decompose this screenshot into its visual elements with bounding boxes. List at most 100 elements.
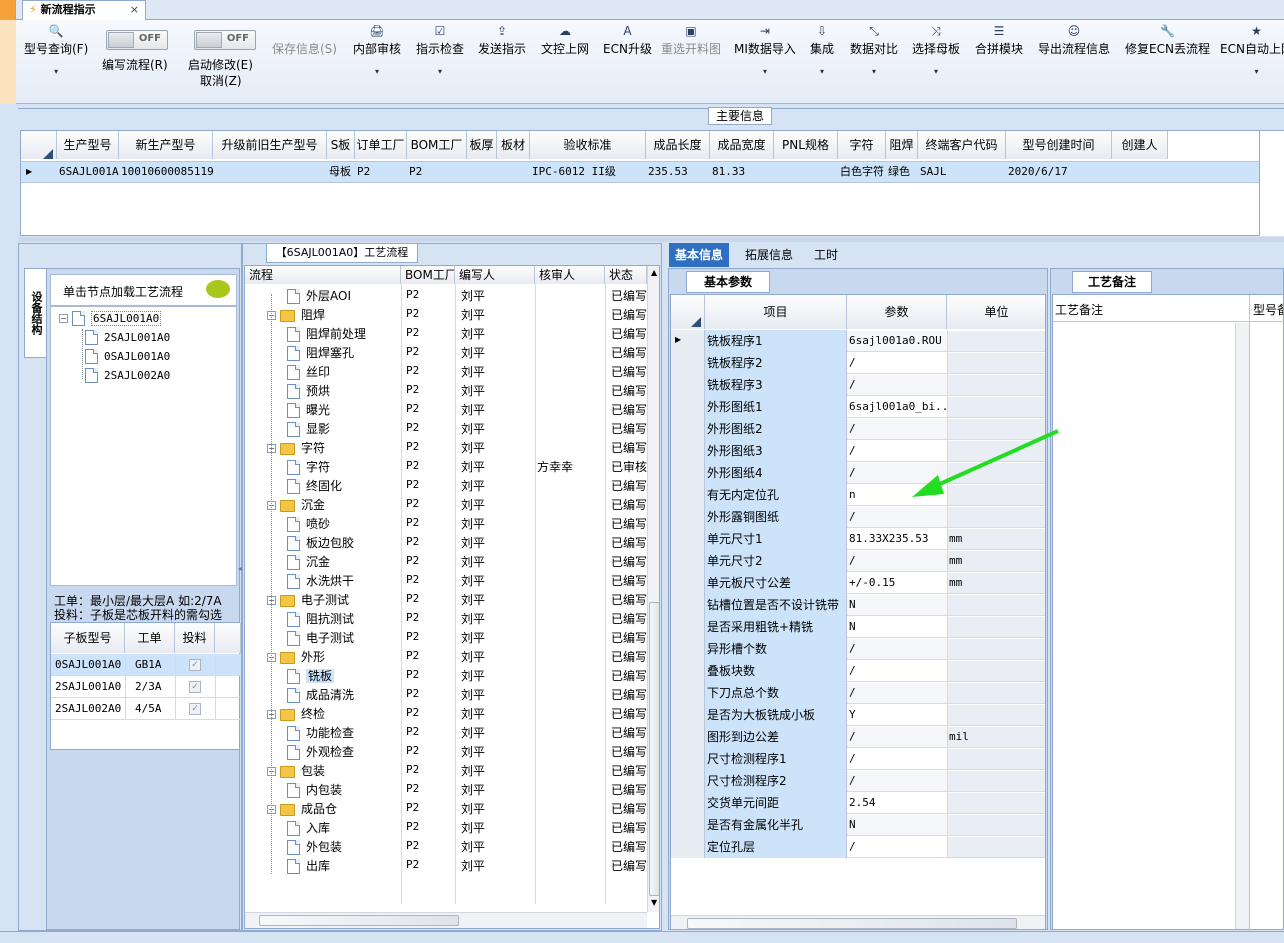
param-value[interactable]: Y [847,705,947,725]
main-col-header[interactable]: 成品宽度 [710,131,774,159]
param-row[interactable]: 是否有金属化半孔 N [671,814,1045,836]
param-value[interactable]: N [847,595,947,615]
cancel-label[interactable]: 取消(Z) [200,72,242,89]
flow-row[interactable]: − 成品仓 P2 刘平 已编写 [245,799,647,818]
flow-row[interactable]: − 阻焊 P2 刘平 已编写 [245,305,647,324]
flow-row[interactable]: 显影 P2 刘平 已编写 [245,419,647,438]
feed-checkbox[interactable]: ✓ [189,681,201,693]
sub-board-row[interactable]: 2SAJL002A0 4/5A ✓ [51,698,241,720]
flow-row[interactable]: 铣板 P2 刘平 已编写 [245,666,647,685]
detail-tab[interactable]: 基本信息 [669,243,730,267]
sub-board-row[interactable]: 2SAJL001A0 2/3A ✓ [51,676,241,698]
main-info-cell[interactable] [215,162,327,182]
param-row[interactable]: 尺寸检测程序2/ [671,770,1045,792]
model-query-dropdown-arrow[interactable]: ▾ [24,67,88,76]
ribbon-button-fix-ecn[interactable]: 🔧 修复ECN丢流程 [1125,22,1210,57]
ribbon-button-instruction-check[interactable]: ☑ 指示检查 ▾ [416,22,464,76]
main-col-header[interactable]: PNL规格 [774,131,838,159]
main-col-header[interactable]: 生产型号 [57,131,119,159]
main-info-cell[interactable] [1114,162,1168,182]
param-row[interactable]: 交货单元间距 2.54 [671,792,1045,814]
panel-collapse-tab[interactable] [0,0,16,20]
start-modify-toggle[interactable]: OFF [194,30,256,50]
param-value[interactable]: / [847,771,947,791]
flow-row[interactable]: 终固化 P2 刘平 已编写 [245,476,647,495]
param-value[interactable]: / [847,727,947,747]
ribbon-button-ecn-upgrade[interactable]: A ECN升级 [603,22,652,57]
flow-row[interactable]: 电子测试 P2 刘平 已编写 [245,628,647,647]
param-value[interactable]: / [847,551,947,571]
main-col-header[interactable]: 字符 [838,131,886,159]
main-info-cell[interactable]: 2020/6/17 [1008,162,1112,182]
tree-collapse-icon[interactable]: − [59,314,68,323]
flow-row[interactable]: − 字符 P2 刘平 已编写 [245,438,647,457]
notes-scrollbar[interactable] [1235,323,1249,929]
main-col-header[interactable]: 型号创建时间 [1006,131,1112,159]
main-col-header[interactable]: 升级前旧生产型号 [213,131,327,159]
param-row[interactable]: 铣板程序2/ [671,352,1045,374]
flow-row[interactable]: 曝光 P2 刘平 已编写 [245,400,647,419]
param-value[interactable]: N [847,815,947,835]
param-row[interactable]: 定位孔层 / [671,836,1045,858]
param-value[interactable]: / [847,353,947,373]
main-col-header[interactable]: 终端客户代码 [918,131,1006,159]
flow-row[interactable]: 成品清洗 P2 刘平 已编写 [245,685,647,704]
ribbon-button-mi-import[interactable]: ⇥ MI数据导入 ▾ [734,22,796,76]
sub-board-row[interactable]: 0SAJL001A0 GB1A ✓ [51,654,241,676]
scroll-down-arrow[interactable]: ▼ [651,898,657,907]
param-row[interactable]: 铣板程序3/ [671,374,1045,396]
flow-row[interactable]: 丝印 P2 刘平 已编写 [245,362,647,381]
detail-tab[interactable]: 工时 [808,243,844,267]
flow-scrollbar-h[interactable] [245,912,647,928]
param-row[interactable]: ▶ 铣板程序1 6sajl001a0.ROU [671,330,1045,352]
params-col-header[interactable]: 参数 [847,295,947,329]
flow-row[interactable]: 外观检查 P2 刘平 已编写 [245,742,647,761]
flow-row[interactable]: 水洗烘干 P2 刘平 已编写 [245,571,647,590]
flow-col-header[interactable]: 流程 [245,266,401,284]
param-row[interactable]: 下刀点总个数 / [671,682,1045,704]
device-tree-node[interactable]: 2SAJL002A0 [85,368,170,383]
ribbon-button-data-compare[interactable]: ⤡ 数据对比 ▾ [850,22,898,76]
main-info-cell[interactable]: 绿色 [888,162,918,182]
param-value[interactable]: N [847,617,947,637]
main-col-header[interactable]: 新生产型号 [119,131,213,159]
instruction-check-dropdown-arrow[interactable]: ▾ [416,67,464,76]
horizontal-splitter[interactable] [18,237,1284,242]
param-value[interactable]: +/-0.15 [847,573,947,593]
main-info-row[interactable]: ▶ 6SAJL001A0 10010600085119 母板 P2 P2 IPC-6012 … [21,161,1259,183]
param-value[interactable]: / [847,683,947,703]
param-value[interactable]: / [847,375,947,395]
param-value[interactable]: / [847,837,947,857]
ribbon-button-select-mother[interactable]: ⤨ 选择母板 ▾ [912,22,960,76]
main-col-header[interactable]: 阻焊 [886,131,918,159]
internal-review-dropdown-arrow[interactable]: ▾ [353,67,401,76]
flow-scroll-thumb[interactable] [649,602,659,896]
param-row[interactable]: 是否为大板铣成小板 Y [671,704,1045,726]
main-col-header[interactable]: BOM工厂 [407,131,467,159]
param-row[interactable]: 异形槽个数 / [671,638,1045,660]
main-info-cell[interactable]: 81.33 [712,162,774,182]
flow-row[interactable]: − 沉金 P2 刘平 已编写 [245,495,647,514]
param-row[interactable]: 单元板尺寸公差 +/-0.15 mm [671,572,1045,594]
main-col-header[interactable]: 创建人 [1112,131,1168,159]
param-row[interactable]: 钻槽位置是否不设计铣带 N [671,594,1045,616]
ribbon-button-model-query[interactable]: 🔍 型号查询(F) ▾ [24,22,88,76]
start-modify-label[interactable]: 启动修改(E) [188,56,253,73]
select-mother-dropdown-arrow[interactable]: ▾ [912,67,960,76]
main-col-header[interactable]: S板 [327,131,355,159]
main-col-header[interactable]: 板材 [497,131,530,159]
param-value[interactable]: / [847,507,947,527]
params-col-header[interactable]: 单位 [947,295,1045,329]
main-info-cell[interactable]: 母板 [329,162,355,182]
param-value[interactable]: 2.54 [847,793,947,813]
flow-row[interactable]: − 包装 P2 刘平 已编写 [245,761,647,780]
flow-row[interactable]: 外包装 P2 刘平 已编写 [245,837,647,856]
write-flow-toggle[interactable]: OFF [106,30,168,50]
params-scrollbar-h[interactable] [671,915,1045,929]
param-value[interactable]: / [847,749,947,769]
flow-row[interactable]: 板边包胶 P2 刘平 已编写 [245,533,647,552]
device-tree-node[interactable]: 2SAJL001A0 [85,330,170,345]
sub-col-header[interactable]: 子板型号 [51,623,125,653]
flow-row[interactable]: 阻抗测试 P2 刘平 已编写 [245,609,647,628]
ribbon-button-integrate[interactable]: ⇩ 集成 ▾ [810,22,834,76]
